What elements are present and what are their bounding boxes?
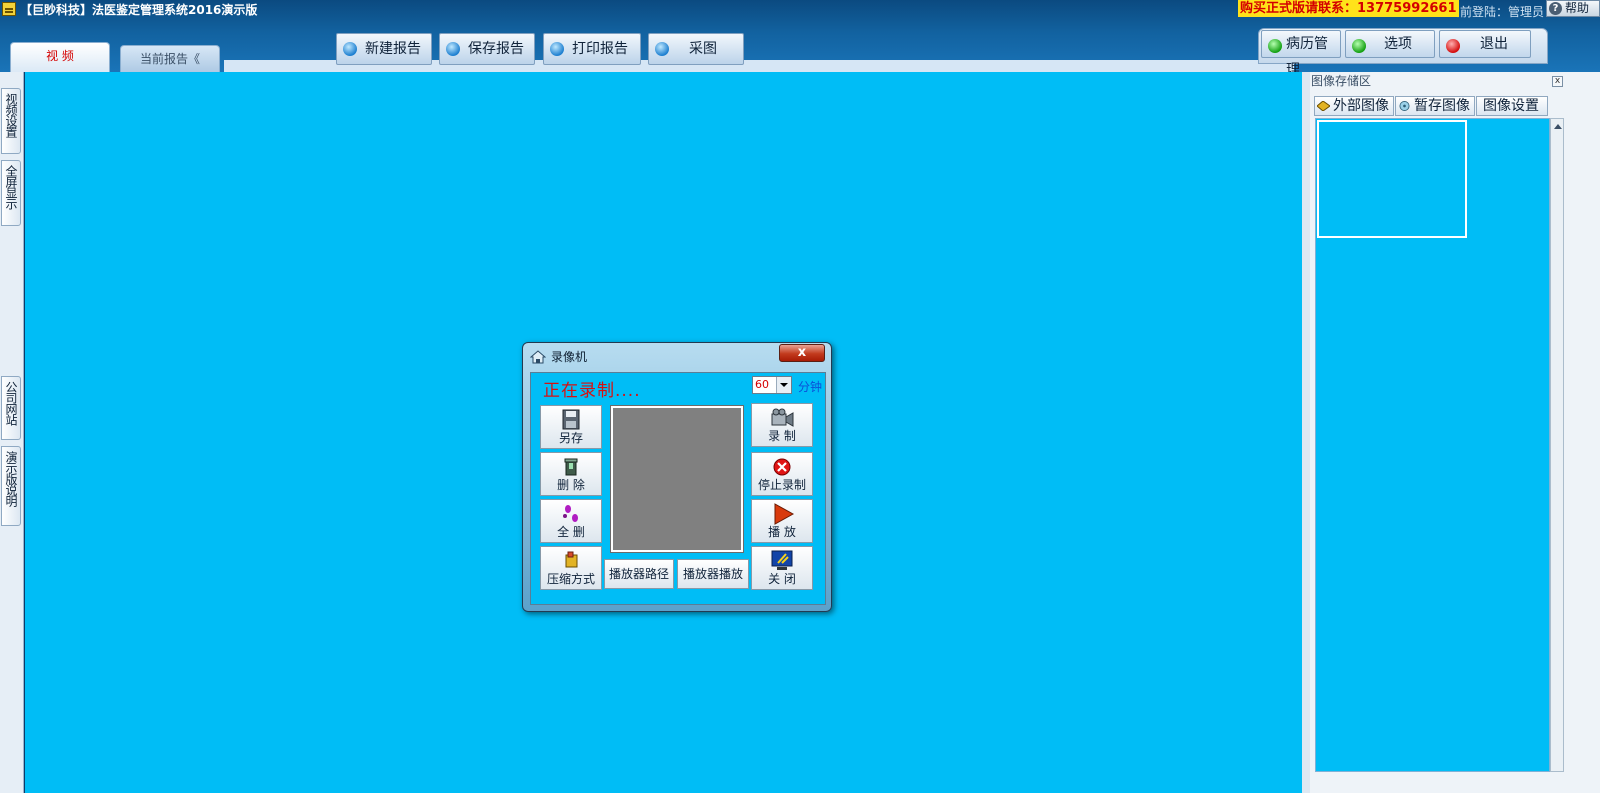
recording-status: 正在录制....: [543, 381, 641, 401]
print-report-button[interactable]: 打印报告: [543, 33, 641, 65]
record-button[interactable]: 录 制: [751, 403, 813, 447]
header-bar: 【巨眇科技】法医鉴定管理系统2016演示版 当前登陆：管理员 购买正式版请联系：…: [0, 0, 1600, 78]
tab-video[interactable]: 视 频: [10, 42, 110, 72]
green-dot-icon: [1268, 39, 1282, 53]
play-label: 播 放: [768, 525, 796, 539]
tab-current-report[interactable]: 当前报告《: [120, 45, 220, 75]
recorder-dialog: 录像机 x 正在录制.... 60 分钟 另存 删 除 全 删 压缩方式 录 制…: [522, 342, 832, 612]
close-recorder-label: 关 闭: [768, 572, 796, 586]
player-play-button[interactable]: 播放器播放: [677, 559, 749, 589]
records-button[interactable]: 病历管理: [1261, 30, 1341, 78]
delete-all-label: 全 删: [557, 525, 585, 539]
house-icon: [530, 350, 546, 364]
arrow-circle-icon: [550, 42, 564, 56]
compression-button[interactable]: 压缩方式: [540, 546, 602, 590]
tab-image-settings[interactable]: 图像设置: [1476, 96, 1548, 116]
capture-label: 采图: [689, 41, 717, 57]
dialog-title: 录像机: [551, 350, 588, 364]
monitor-icon: [771, 550, 793, 570]
panel-close-button[interactable]: x: [1552, 76, 1563, 87]
title-bar: 【巨眇科技】法医鉴定管理系统2016演示版 当前登陆：管理员 购买正式版请联系：…: [0, 0, 1600, 19]
close-recorder-button[interactable]: 关 闭: [751, 546, 813, 590]
left-sidebar: 视频设置 全屏显示 公司网站 演示版说明: [0, 72, 24, 793]
save-report-label: 保存报告: [468, 41, 524, 57]
record-label: 录 制: [768, 429, 796, 443]
minutes-value: 60: [755, 378, 769, 391]
question-icon: ?: [1549, 2, 1562, 15]
exit-label: 退出: [1480, 36, 1508, 52]
tab-label: 外部图像: [1333, 98, 1389, 114]
video-settings-tab[interactable]: 视频设置: [1, 88, 21, 154]
stop-record-label: 停止录制: [757, 478, 806, 492]
stop-x-icon: [773, 458, 791, 476]
arrow-circle-icon: [655, 42, 669, 56]
panel-title: 图像存储区: [1311, 74, 1372, 88]
image-list-scrollbar[interactable]: [1550, 118, 1564, 772]
play-triangle-icon: [774, 503, 795, 525]
recording-preview: [610, 405, 744, 553]
minutes-unit: 分钟: [798, 380, 823, 394]
arrow-circle-icon: [343, 42, 357, 56]
help-button[interactable]: ? 帮助: [1546, 0, 1600, 17]
save-report-button[interactable]: 保存报告: [439, 33, 535, 65]
splitter[interactable]: [1302, 72, 1310, 793]
compression-label: 压缩方式: [546, 572, 595, 586]
fullscreen-tab[interactable]: 全屏显示: [1, 160, 21, 226]
green-dot-icon: [1352, 39, 1366, 53]
video-camera-icon: [771, 408, 794, 427]
disc-icon: [1399, 101, 1410, 111]
image-storage-panel: 图像存储区 x 外部图像 暂存图像 图像设置: [1310, 72, 1600, 793]
options-button[interactable]: 选项: [1345, 30, 1435, 58]
tab-external-images[interactable]: 外部图像: [1314, 96, 1394, 116]
recorder-body: 正在录制.... 60 分钟 另存 删 除 全 删 压缩方式 录 制 停止录制 …: [530, 372, 826, 605]
login-info: 当前登陆：管理员: [1448, 5, 1545, 19]
player-path-button[interactable]: 播放器路径: [604, 559, 674, 589]
save-as-button[interactable]: 另存: [540, 405, 602, 449]
capture-button[interactable]: 采图: [648, 33, 744, 65]
tab-temp-images[interactable]: 暂存图像: [1395, 96, 1475, 116]
minutes-select[interactable]: 60: [752, 376, 792, 394]
company-website-tab[interactable]: 公司网站: [1, 376, 21, 440]
app-icon: [2, 2, 16, 16]
folder-icon: [1317, 101, 1330, 111]
red-dot-icon: [1446, 39, 1460, 53]
new-report-button[interactable]: 新建报告: [336, 33, 432, 65]
stop-record-button[interactable]: 停止录制: [751, 452, 813, 496]
help-label: 帮助: [1565, 1, 1590, 15]
dialog-close-button[interactable]: x: [779, 344, 825, 362]
demo-info-tab[interactable]: 演示版说明: [1, 446, 21, 526]
arrow-circle-icon: [446, 42, 460, 56]
save-as-label: 另存: [558, 431, 583, 445]
buy-banner: 购买正式版请联系：13775992661: [1238, 0, 1459, 17]
trash-can-icon: [564, 458, 578, 476]
delete-label: 删 除: [557, 478, 585, 492]
tab-label: 暂存图像: [1414, 98, 1470, 114]
delete-button[interactable]: 删 除: [540, 452, 602, 496]
app-title: 【巨眇科技】法医鉴定管理系统2016演示版: [20, 3, 258, 17]
image-list-area[interactable]: [1315, 118, 1550, 772]
chevron-down-icon[interactable]: [776, 377, 791, 393]
floppy-disk-icon: [562, 409, 580, 430]
delete-all-button[interactable]: 全 删: [540, 499, 602, 543]
play-button[interactable]: 播 放: [751, 499, 813, 543]
print-report-label: 打印报告: [572, 41, 628, 57]
image-thumbnail[interactable]: [1317, 120, 1467, 238]
new-report-label: 新建报告: [365, 41, 421, 57]
footprints-icon: [563, 505, 578, 522]
package-icon: [565, 551, 578, 568]
options-label: 选项: [1384, 36, 1412, 52]
exit-button[interactable]: 退出: [1439, 30, 1531, 58]
